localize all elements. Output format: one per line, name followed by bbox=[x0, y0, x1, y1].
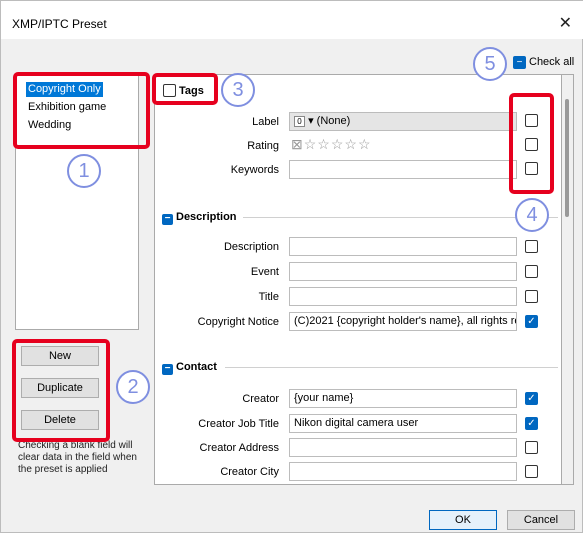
event-checkbox[interactable] bbox=[525, 265, 538, 278]
check-all-checkbox[interactable]: − bbox=[513, 56, 526, 69]
title-field-name: Title bbox=[258, 291, 279, 303]
keywords-field[interactable] bbox=[289, 160, 517, 179]
scrollbar-thumb[interactable] bbox=[565, 99, 569, 217]
event-field-name: Event bbox=[250, 266, 279, 278]
rating-field-name: Rating bbox=[247, 140, 279, 152]
creator-job-title-field-name: Creator Job Title bbox=[198, 418, 279, 430]
reject-icon[interactable]: ⊠ bbox=[291, 136, 304, 152]
event-field[interactable] bbox=[289, 262, 517, 281]
highlight-tag-checkboxes bbox=[509, 93, 554, 194]
description-field[interactable] bbox=[289, 237, 517, 256]
description-field-name: Description bbox=[223, 241, 279, 253]
collapse-icon[interactable]: − bbox=[162, 364, 173, 375]
callout-5: 5 bbox=[473, 47, 507, 81]
contact-section-header[interactable]: − Contact bbox=[162, 360, 217, 375]
cancel-button[interactable]: Cancel bbox=[507, 510, 575, 530]
creator-field-name: Creator bbox=[242, 393, 279, 405]
description-section-title: Description bbox=[176, 211, 237, 223]
creator-city-checkbox[interactable] bbox=[525, 465, 538, 478]
keywords-field-name: Keywords bbox=[230, 164, 279, 176]
title-checkbox[interactable] bbox=[525, 290, 538, 303]
collapse-icon[interactable]: − bbox=[162, 214, 173, 225]
description-section-header[interactable]: − Description bbox=[162, 210, 237, 225]
creator-address-field-name: Creator Address bbox=[199, 442, 279, 454]
creator-job-title-checkbox[interactable]: ✓ bbox=[525, 417, 538, 430]
blank-field-note: Checking a blank field will clear data i… bbox=[18, 440, 137, 475]
creator-address-field[interactable] bbox=[289, 438, 517, 457]
highlight-preset-buttons bbox=[12, 339, 110, 442]
callout-2: 2 bbox=[116, 370, 150, 404]
creator-city-field-name: Creator City bbox=[220, 466, 279, 478]
callout-4: 4 bbox=[515, 198, 549, 232]
callout-1: 1 bbox=[67, 154, 101, 188]
title-bar: XMP/IPTC Preset ✕ bbox=[1, 1, 583, 39]
xmp-iptc-preset-dialog: XMP/IPTC Preset ✕ Copyright Only Exhibit… bbox=[0, 0, 583, 533]
creator-checkbox[interactable]: ✓ bbox=[525, 392, 538, 405]
highlight-preset-list bbox=[13, 72, 150, 149]
label-color-icon: 0 bbox=[294, 116, 305, 127]
label-field-name: Label bbox=[252, 116, 279, 128]
highlight-tags bbox=[152, 73, 218, 105]
copyright-notice-field-name: Copyright Notice bbox=[197, 316, 279, 328]
star-icon[interactable]: ☆☆☆☆☆ bbox=[304, 136, 372, 152]
divider bbox=[225, 367, 558, 368]
title-field[interactable] bbox=[289, 287, 517, 306]
vertical-scrollbar[interactable] bbox=[562, 74, 574, 485]
creator-job-title-field[interactable]: Nikon digital camera user bbox=[289, 414, 517, 433]
check-all-label: Check all bbox=[529, 56, 575, 68]
creator-city-field[interactable] bbox=[289, 462, 517, 481]
divider bbox=[243, 217, 558, 218]
close-icon[interactable]: ✕ bbox=[559, 13, 572, 33]
label-value: (None) bbox=[316, 115, 351, 127]
copyright-notice-field[interactable]: (C)2021 {copyright holder's name}, all r… bbox=[289, 312, 517, 331]
creator-field[interactable]: {your name} bbox=[289, 389, 517, 408]
rating-stars[interactable]: ⊠☆☆☆☆☆ bbox=[291, 136, 372, 153]
callout-3: 3 bbox=[221, 73, 255, 107]
contact-section-title: Contact bbox=[176, 361, 217, 373]
creator-address-checkbox[interactable] bbox=[525, 441, 538, 454]
label-select[interactable]: 0 ▾ (None) bbox=[289, 112, 517, 131]
copyright-notice-checkbox[interactable]: ✓ bbox=[525, 315, 538, 328]
metadata-panel: Tags Label 0 ▾ (None) Rating ⊠☆☆☆☆☆ Keyw… bbox=[154, 74, 562, 485]
chevron-down-icon: ▾ bbox=[308, 115, 314, 127]
description-checkbox[interactable] bbox=[525, 240, 538, 253]
ok-button[interactable]: OK bbox=[429, 510, 497, 530]
window-title: XMP/IPTC Preset bbox=[12, 17, 107, 31]
